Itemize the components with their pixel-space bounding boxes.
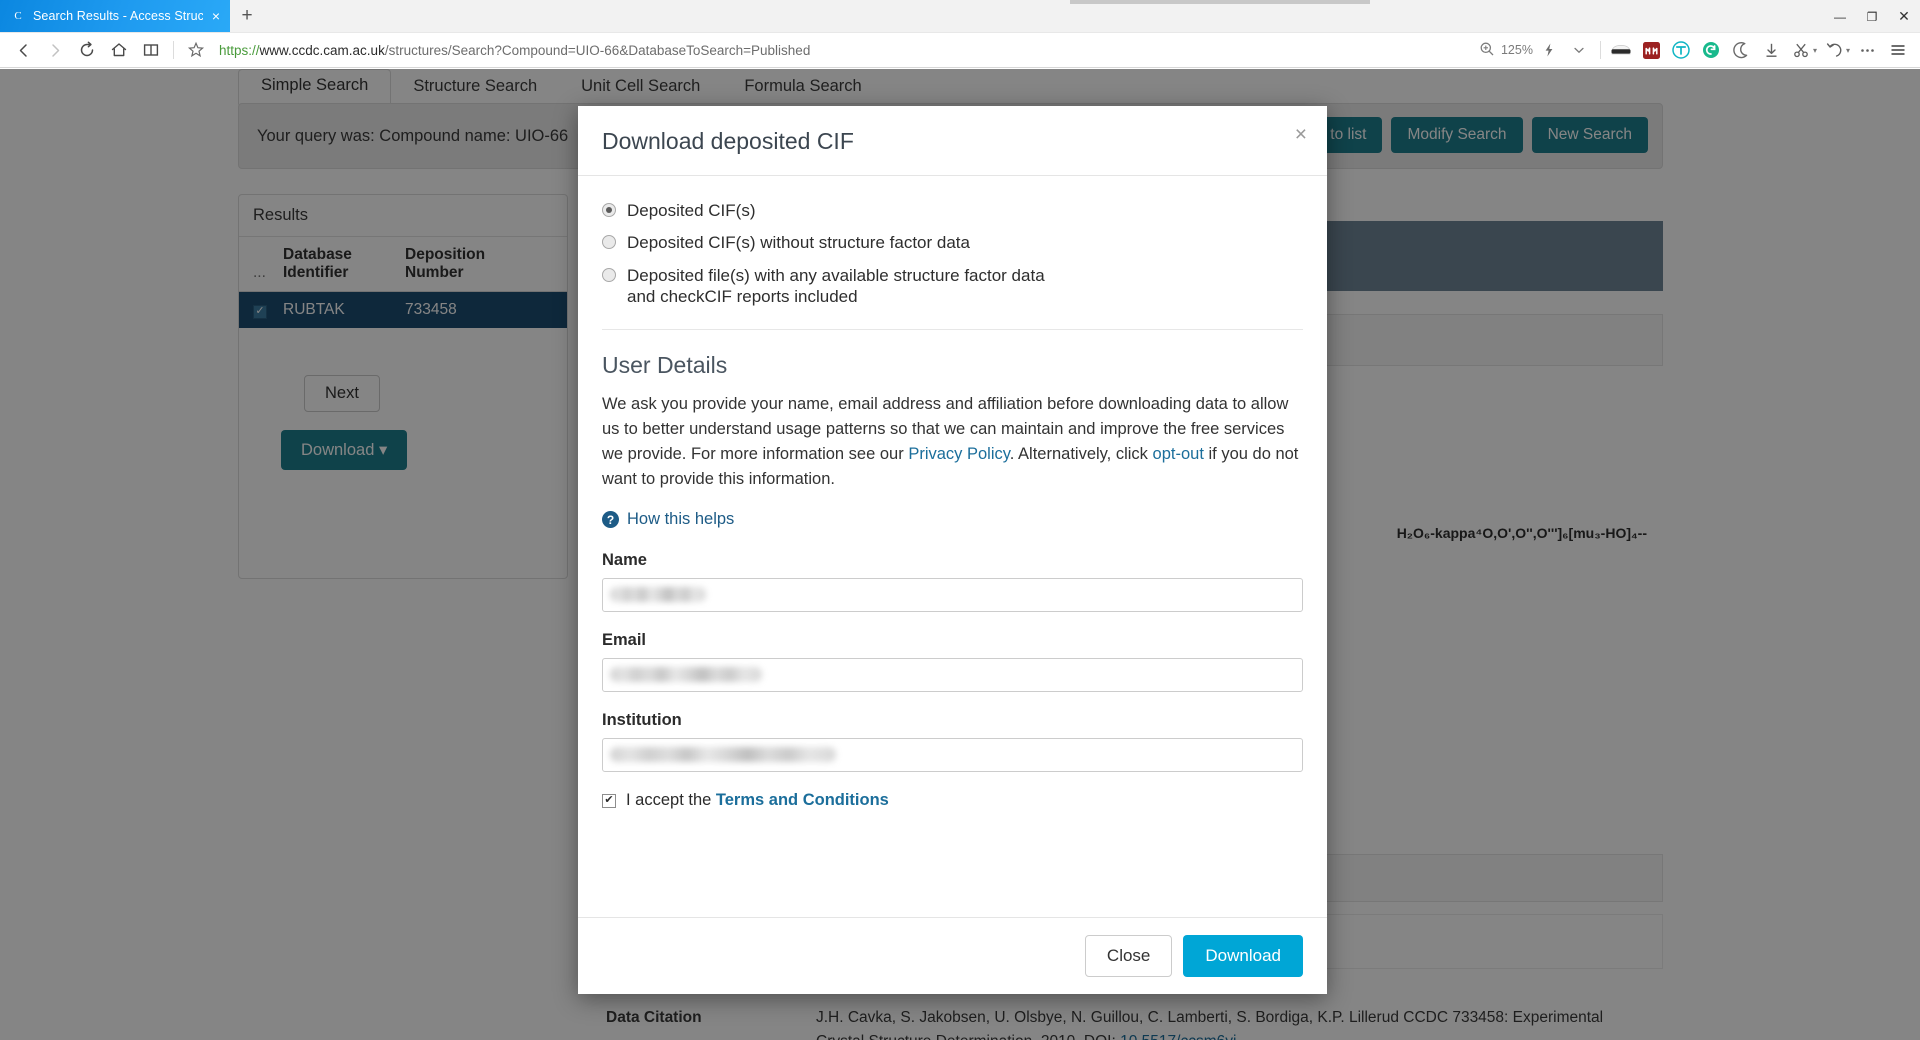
browser-tab[interactable]: C Search Results - Access Structures ×	[0, 0, 230, 32]
back-icon[interactable]	[8, 35, 38, 65]
opt-out-link[interactable]: opt-out	[1153, 445, 1204, 463]
dark-mode-moon-icon[interactable]	[1727, 36, 1756, 65]
how-this-helps-link[interactable]: ? How this helps	[602, 510, 1303, 529]
radio-button-selected-icon[interactable]	[602, 203, 616, 217]
zoom-in-icon	[1479, 41, 1495, 60]
forward-icon	[40, 35, 70, 65]
close-button[interactable]: Close	[1084, 935, 1173, 977]
extension-toolbar: ▾ ▾	[1535, 36, 1912, 65]
redacted-institution-value	[610, 747, 836, 763]
browser-window: C Search Results - Access Structures × +…	[0, 0, 1920, 1040]
radio-label: Deposited file(s) with any available str…	[627, 265, 1045, 306]
new-tab-button[interactable]: +	[230, 0, 264, 32]
terms-and-conditions-link[interactable]: Terms and Conditions	[716, 791, 889, 809]
cif-option-group: Deposited CIF(s) Deposited CIF(s) withou…	[602, 200, 1303, 307]
how-this-helps-label: How this helps	[627, 510, 735, 529]
radio-option-deposited-cifs[interactable]: Deposited CIF(s)	[602, 200, 1303, 221]
privacy-policy-link[interactable]: Privacy Policy	[908, 445, 1009, 463]
window-close-icon[interactable]: ✕	[1888, 0, 1920, 33]
radio-button-icon[interactable]	[602, 235, 616, 250]
accept-terms-text: I accept the Terms and Conditions	[626, 791, 889, 810]
email-field[interactable]	[602, 658, 1303, 693]
radio-option-no-structure-factor[interactable]: Deposited CIF(s) without structure facto…	[602, 232, 1303, 253]
close-icon[interactable]: ×	[210, 9, 222, 23]
navigation-toolbar: https://www.ccdc.cam.ac.uk/structures/Se…	[0, 33, 1920, 68]
url-path: /structures/Search?Compound=UIO-66&Datab…	[384, 42, 811, 58]
download-button[interactable]: Download	[1183, 935, 1303, 977]
institution-field[interactable]	[602, 738, 1303, 773]
accept-terms-row: ✔ I accept the Terms and Conditions	[602, 791, 1303, 810]
paragraph-part-2: . Alternatively, click	[1009, 445, 1153, 464]
name-field-label: Name	[602, 551, 647, 570]
institution-field-label: Institution	[602, 711, 682, 730]
library-book-icon[interactable]	[136, 35, 166, 65]
download-icon[interactable]	[1757, 36, 1786, 65]
radio-label: Deposited CIF(s) without structure facto…	[627, 233, 970, 253]
zoom-level-label: 125%	[1500, 43, 1533, 57]
window-controls: — ❐ ✕	[1824, 0, 1920, 33]
url-bar[interactable]: https://www.ccdc.cam.ac.uk/structures/Se…	[213, 35, 1477, 65]
toolbar-divider-2	[1599, 41, 1601, 59]
home-icon[interactable]	[104, 35, 134, 65]
scissors-icon[interactable]	[1787, 36, 1816, 65]
accept-label: I accept the	[626, 791, 716, 810]
modal-footer: Close Download	[578, 917, 1327, 994]
radio-button-icon[interactable]	[602, 267, 616, 282]
minimize-icon[interactable]: —	[1824, 0, 1856, 33]
reload-icon[interactable]	[72, 35, 102, 65]
ccdc-c-icon: C	[14, 9, 22, 22]
more-ellipsis-icon[interactable]	[1853, 36, 1882, 65]
modal-body: Deposited CIF(s) Deposited CIF(s) withou…	[578, 176, 1327, 917]
undo-arrow-icon[interactable]	[1820, 36, 1849, 65]
chevron-down-icon[interactable]	[1565, 36, 1594, 65]
bookmark-star-icon[interactable]	[181, 35, 211, 65]
redacted-email-value	[610, 667, 762, 683]
tab-title: Search Results - Access Structures	[33, 8, 203, 23]
modal-header: Download deposited CIF ×	[578, 106, 1327, 176]
radio-label: Deposited CIF(s)	[627, 201, 756, 220]
tab-strip: C Search Results - Access Structures × +…	[0, 0, 1920, 33]
hamburger-menu-icon[interactable]	[1883, 36, 1912, 65]
redacted-name-value	[610, 587, 706, 603]
toolbar-divider	[173, 41, 174, 59]
url-text: https://www.ccdc.cam.ac.uk/structures/Se…	[219, 43, 810, 58]
zoom-indicator[interactable]: 125%	[1479, 41, 1533, 60]
url-scheme: https://	[219, 42, 260, 58]
lightning-icon[interactable]	[1535, 36, 1564, 65]
download-cif-modal: Download deposited CIF × Deposited CIF(s…	[578, 106, 1327, 994]
modal-title: Download deposited CIF	[602, 128, 854, 154]
incognito-mask-icon[interactable]	[1607, 36, 1636, 65]
email-field-label: Email	[602, 631, 647, 650]
user-details-paragraph: We ask you provide your name, email addr…	[602, 392, 1303, 492]
maximize-icon[interactable]: ❐	[1856, 0, 1888, 33]
radio-option-with-checkcif[interactable]: Deposited file(s) with any available str…	[602, 265, 1303, 308]
name-field[interactable]	[602, 578, 1303, 613]
metamask-icon[interactable]	[1637, 36, 1666, 65]
accept-terms-checkbox[interactable]: ✔	[602, 793, 616, 808]
question-circle-icon: ?	[602, 511, 619, 529]
refresh-sync-icon[interactable]	[1697, 36, 1726, 65]
user-details-heading: User Details	[602, 352, 728, 378]
url-host: www.ccdc.cam.ac.uk	[259, 42, 385, 58]
section-divider	[602, 329, 1303, 330]
window-drag-region	[1070, 0, 1370, 4]
modal-close-icon[interactable]: ×	[1295, 124, 1307, 145]
tampermonkey-icon[interactable]	[1667, 36, 1696, 65]
